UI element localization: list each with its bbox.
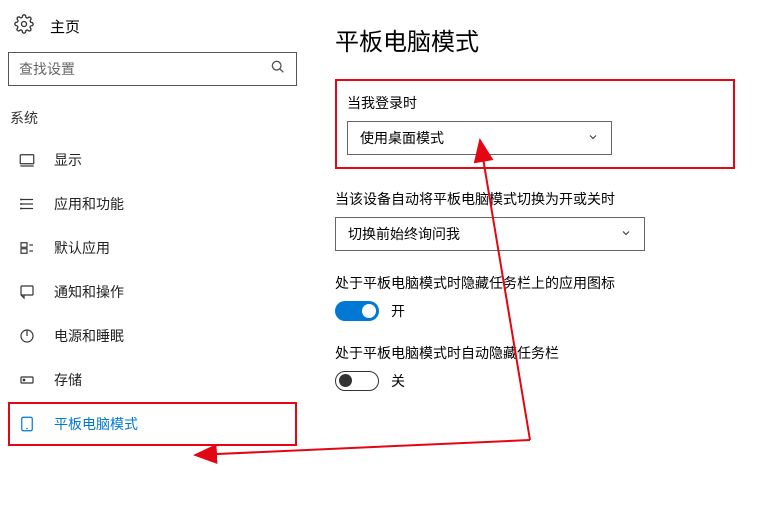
search-box[interactable] bbox=[8, 52, 297, 86]
search-icon bbox=[270, 59, 286, 80]
power-icon bbox=[18, 327, 36, 345]
sidebar-item-storage[interactable]: 存储 bbox=[8, 358, 297, 402]
sidebar-item-label: 存储 bbox=[54, 370, 82, 390]
chevron-down-icon bbox=[587, 130, 599, 146]
storage-icon bbox=[18, 371, 36, 389]
auto-switch-dropdown[interactable]: 切换前始终询问我 bbox=[335, 217, 645, 251]
sidebar-item-label: 应用和功能 bbox=[54, 194, 124, 214]
sidebar-item-label: 电源和睡眠 bbox=[54, 326, 124, 346]
hide-icons-group: 处于平板电脑模式时隐藏任务栏上的应用图标 开 bbox=[335, 273, 735, 321]
toggle-state: 关 bbox=[391, 371, 405, 391]
dropdown-value: 切换前始终询问我 bbox=[348, 224, 460, 244]
notifications-icon bbox=[18, 283, 36, 301]
home-link[interactable]: 主页 bbox=[8, 6, 297, 52]
sidebar-item-label: 通知和操作 bbox=[54, 282, 124, 302]
auto-switch-group: 当该设备自动将平板电脑模式切换为开或关时 切换前始终询问我 bbox=[335, 189, 735, 251]
auto-hide-taskbar-group: 处于平板电脑模式时自动隐藏任务栏 关 bbox=[335, 343, 735, 391]
default-apps-icon bbox=[18, 239, 36, 257]
home-label: 主页 bbox=[50, 16, 80, 37]
search-input[interactable] bbox=[19, 61, 270, 77]
sidebar-item-tablet-mode[interactable]: 平板电脑模式 bbox=[8, 402, 297, 446]
login-mode-group: 当我登录时 使用桌面模式 bbox=[335, 79, 735, 169]
sidebar: 主页 系统 显示 应用和功能 bbox=[0, 0, 305, 508]
apps-icon bbox=[18, 195, 36, 213]
dropdown-value: 使用桌面模式 bbox=[360, 128, 444, 148]
section-header: 系统 bbox=[8, 104, 297, 138]
sidebar-item-notifications[interactable]: 通知和操作 bbox=[8, 270, 297, 314]
gear-icon bbox=[14, 14, 34, 38]
auto-hide-taskbar-toggle[interactable] bbox=[335, 371, 379, 391]
hide-icons-toggle[interactable] bbox=[335, 301, 379, 321]
sidebar-item-default-apps[interactable]: 默认应用 bbox=[8, 226, 297, 270]
tablet-icon bbox=[18, 415, 36, 433]
chevron-down-icon bbox=[620, 226, 632, 242]
sidebar-item-label: 平板电脑模式 bbox=[54, 414, 138, 434]
login-mode-dropdown[interactable]: 使用桌面模式 bbox=[347, 121, 612, 155]
sidebar-item-apps[interactable]: 应用和功能 bbox=[8, 182, 297, 226]
sidebar-item-display[interactable]: 显示 bbox=[8, 138, 297, 182]
login-label: 当我登录时 bbox=[347, 93, 723, 113]
toggle-state: 开 bbox=[391, 301, 405, 321]
page-title: 平板电脑模式 bbox=[335, 22, 735, 57]
auto-hide-taskbar-label: 处于平板电脑模式时自动隐藏任务栏 bbox=[335, 343, 735, 363]
auto-switch-label: 当该设备自动将平板电脑模式切换为开或关时 bbox=[335, 189, 735, 209]
hide-icons-label: 处于平板电脑模式时隐藏任务栏上的应用图标 bbox=[335, 273, 735, 293]
sidebar-item-label: 默认应用 bbox=[54, 238, 110, 258]
monitor-icon bbox=[18, 151, 36, 169]
sidebar-item-label: 显示 bbox=[54, 150, 82, 170]
sidebar-item-power[interactable]: 电源和睡眠 bbox=[8, 314, 297, 358]
content: 平板电脑模式 当我登录时 使用桌面模式 当该设备自动将平板电脑模式切换为开或关时… bbox=[305, 0, 765, 508]
